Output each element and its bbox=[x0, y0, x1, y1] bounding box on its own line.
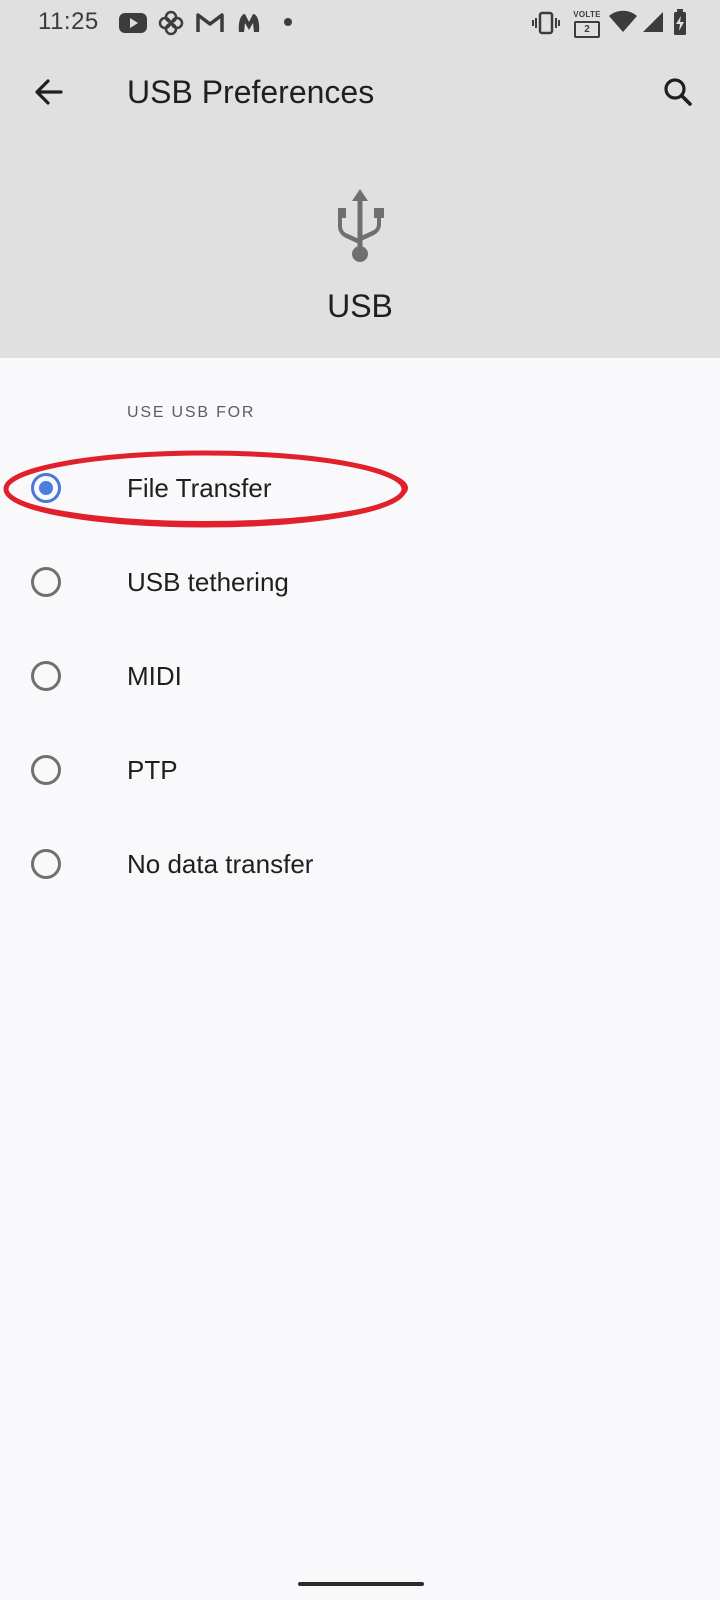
radio-button[interactable] bbox=[31, 661, 61, 691]
option-label: USB tethering bbox=[127, 567, 289, 597]
vibrate-icon bbox=[532, 11, 560, 35]
search-button[interactable] bbox=[650, 64, 706, 120]
app-header: 11:25 VOLTE 2 USB Preferences USB bbox=[0, 0, 720, 358]
search-icon bbox=[664, 78, 692, 106]
option-usb-tethering[interactable]: USB tethering bbox=[0, 538, 720, 630]
radio-button-checked[interactable] bbox=[31, 473, 61, 503]
volte-badge-top: VOLTE bbox=[573, 10, 601, 19]
option-label: PTP bbox=[127, 755, 178, 785]
fan-icon bbox=[158, 10, 184, 36]
volte-icon: VOLTE 2 bbox=[572, 10, 602, 38]
option-no-data-transfer[interactable]: No data transfer bbox=[0, 820, 720, 912]
option-ptp[interactable]: PTP bbox=[0, 726, 720, 818]
page-title: USB Preferences bbox=[127, 74, 375, 110]
back-arrow-icon bbox=[35, 79, 63, 105]
radio-button[interactable] bbox=[31, 849, 61, 879]
section-header: USE USB FOR bbox=[127, 404, 256, 421]
gmail-icon bbox=[196, 13, 224, 32]
status-bar: 11:25 VOLTE 2 bbox=[0, 0, 720, 46]
radio-button[interactable] bbox=[31, 567, 61, 597]
back-button[interactable] bbox=[21, 64, 77, 120]
usb-icon bbox=[338, 189, 384, 262]
dot-icon bbox=[284, 18, 292, 26]
option-label: File Transfer bbox=[127, 473, 272, 503]
volte-badge-bottom: 2 bbox=[574, 21, 600, 38]
option-midi[interactable]: MIDI bbox=[0, 632, 720, 724]
signal-icon bbox=[643, 12, 663, 32]
option-file-transfer[interactable]: File Transfer bbox=[0, 444, 720, 536]
battery-icon bbox=[674, 9, 686, 35]
malwarebytes-icon bbox=[238, 14, 260, 32]
navigation-handle[interactable] bbox=[298, 1582, 424, 1586]
option-label: MIDI bbox=[127, 661, 182, 691]
wifi-icon bbox=[609, 10, 637, 32]
usb-heading: USB bbox=[327, 288, 393, 324]
status-time: 11:25 bbox=[38, 8, 99, 35]
option-label: No data transfer bbox=[127, 849, 314, 879]
radio-button[interactable] bbox=[31, 755, 61, 785]
youtube-icon bbox=[119, 13, 147, 33]
